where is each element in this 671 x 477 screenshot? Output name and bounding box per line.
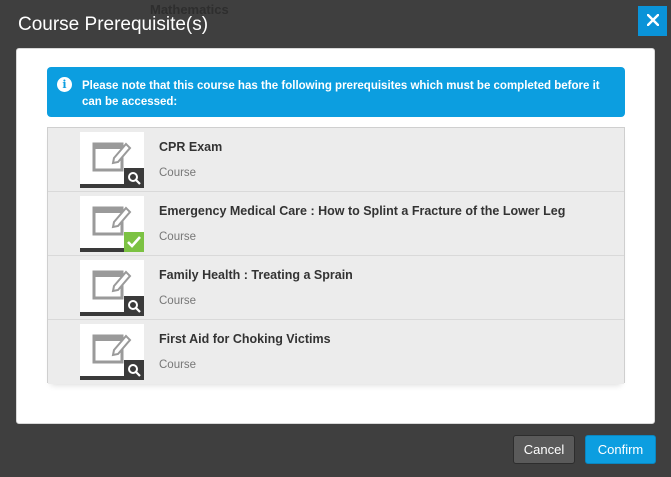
course-list: CPR Exam Course Emergency Medical Care:…	[47, 127, 625, 384]
cancel-button[interactable]: Cancel	[513, 435, 575, 464]
course-thumbnail	[80, 324, 144, 380]
confirm-button[interactable]: Confirm	[585, 435, 656, 464]
course-type: Course	[159, 231, 197, 243]
course-row-first-aid-choking[interactable]: First Aid for Choking Victims Course	[48, 320, 624, 384]
search-icon	[124, 168, 144, 188]
course-type: Course	[159, 295, 197, 307]
course-type: Course	[159, 359, 197, 371]
checkmark-icon	[124, 232, 144, 252]
alert-message: Please note that this course has the fol…	[82, 80, 600, 108]
course-row-emergency-medical-care[interactable]: Emergency Medical Care : How to Splint a…	[48, 192, 624, 256]
course-thumbnail	[80, 132, 144, 188]
search-icon	[124, 360, 144, 380]
modal-title: Course Prerequisite(s)	[18, 14, 209, 35]
course-title: First Aid for Choking Victims	[159, 332, 331, 346]
course-thumbnail	[80, 260, 144, 316]
search-icon	[124, 296, 144, 316]
course-title: CPR Exam	[159, 140, 223, 154]
course-type: Course	[159, 167, 197, 179]
course-title: Family Health : Treating a Sprain	[159, 268, 353, 282]
info-alert: i Please note that this course has the f…	[47, 67, 625, 117]
prerequisite-modal: Course Prerequisite(s) i Please note tha…	[0, 0, 671, 477]
info-icon: i	[57, 77, 72, 92]
course-row-cpr-exam[interactable]: CPR Exam Course	[48, 128, 624, 192]
close-button[interactable]	[638, 6, 667, 36]
modal-body: i Please note that this course has the f…	[16, 48, 655, 424]
close-icon	[646, 13, 659, 29]
course-row-family-health[interactable]: Family Health : Treating a Sprain Course	[48, 256, 624, 320]
course-title: Emergency Medical Care : How to Splint a…	[159, 204, 566, 218]
course-thumbnail	[80, 196, 144, 252]
